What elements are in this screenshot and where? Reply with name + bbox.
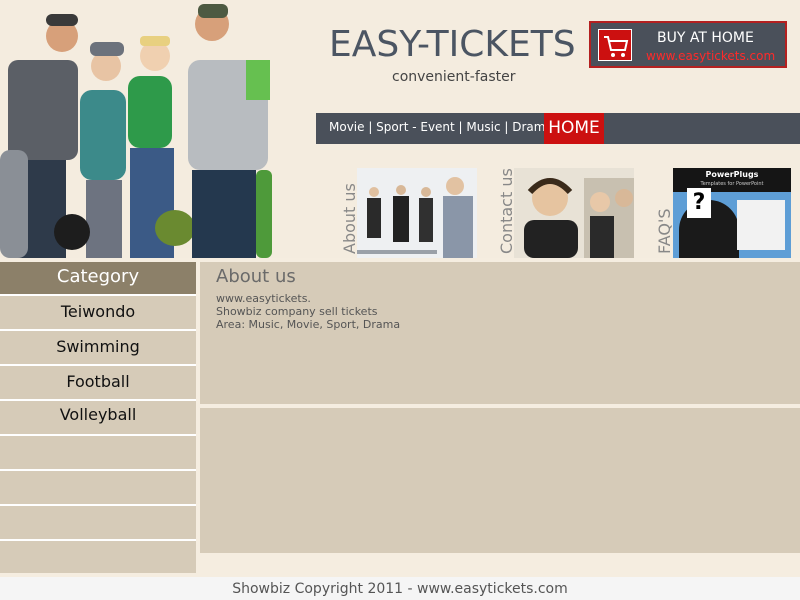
nav-links[interactable]: Movie | Sport - Event | Music | Drama xyxy=(329,120,553,134)
faq-image: PowerPlugs Templates for PowerPoint ? xyxy=(673,168,791,258)
about-line: Area: Music, Movie, Sport, Drama xyxy=(216,318,401,331)
category-item-volleyball[interactable]: Volleyball xyxy=(0,399,196,434)
brand-tagline: convenient-faster xyxy=(392,69,516,85)
category-item-empty[interactable] xyxy=(0,504,196,539)
category-item-teiwondo[interactable]: Teiwondo xyxy=(0,294,196,329)
buy-at-home-url[interactable]: www.easytickets.com xyxy=(646,49,775,63)
category-sidebar: Category Teiwondo Swimming Football Voll… xyxy=(0,262,196,573)
nav-home-button[interactable]: HOME xyxy=(544,113,604,144)
category-item-empty[interactable] xyxy=(0,469,196,504)
promo-faqs[interactable]: FAQ'S PowerPlugs Templates for PowerPoin… xyxy=(655,168,792,258)
category-item-football[interactable]: Football xyxy=(0,364,196,399)
call-center-image xyxy=(514,168,634,258)
category-header: Category xyxy=(0,262,196,294)
promo-about-us[interactable]: About us xyxy=(340,168,477,258)
buy-at-home-button[interactable]: BUY AT HOME www.easytickets.com xyxy=(589,21,787,68)
brand-title: EASY-TICKETS xyxy=(329,24,576,65)
buy-at-home-title: BUY AT HOME xyxy=(657,30,754,46)
category-item-swimming[interactable]: Swimming xyxy=(0,329,196,364)
header: EASY-TICKETS convenient-faster BUY AT HO… xyxy=(0,0,800,258)
about-title: About us xyxy=(216,266,296,287)
business-team-image xyxy=(357,168,477,258)
faq-image-title: PowerPlugs xyxy=(705,170,759,179)
about-body: www.easytickets. Showbiz company sell ti… xyxy=(216,292,400,331)
category-item-empty[interactable] xyxy=(0,539,196,574)
about-panel: About us www.easytickets. Showbiz compan… xyxy=(200,262,800,404)
shopping-cart-icon xyxy=(598,29,632,61)
category-item-empty[interactable] xyxy=(0,434,196,469)
about-line: www.easytickets. xyxy=(216,292,311,305)
main-navbar: Movie | Sport - Event | Music | Drama HO… xyxy=(316,113,800,144)
footer: Showbiz Copyright 2011 - www.easytickets… xyxy=(0,577,800,600)
content-panel xyxy=(200,408,800,553)
teen-group-photo xyxy=(0,4,272,258)
promo-contact-us[interactable]: Contact us xyxy=(497,168,634,258)
faq-image-subtitle: Templates for PowerPoint xyxy=(700,181,764,187)
about-line: Showbiz company sell tickets xyxy=(216,305,378,318)
